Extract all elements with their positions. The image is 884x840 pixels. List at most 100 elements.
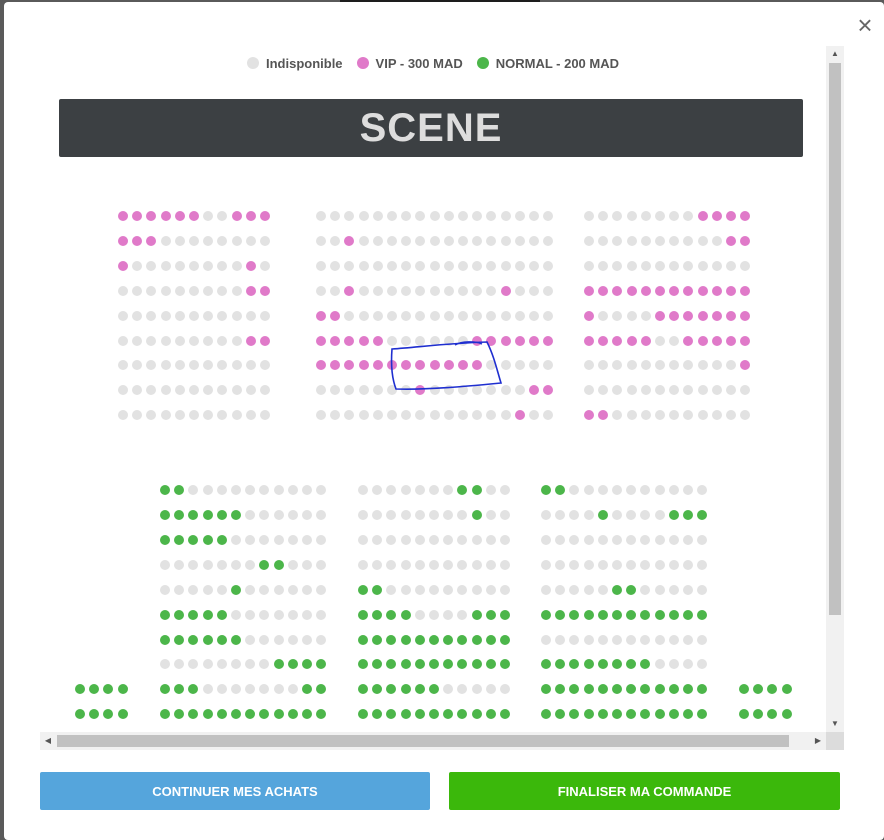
seat-vip[interactable]	[669, 311, 680, 321]
seat-vip[interactable]	[260, 336, 270, 346]
seat-normal[interactable]	[287, 659, 298, 669]
seat-normal[interactable]	[429, 709, 439, 719]
seat-vip[interactable]	[697, 286, 708, 296]
seat-normal[interactable]	[188, 709, 199, 719]
seat-normal[interactable]	[400, 684, 411, 694]
seat-vip[interactable]	[640, 336, 651, 346]
seat-normal[interactable]	[372, 659, 383, 669]
seat-normal[interactable]	[400, 659, 411, 669]
seat-normal[interactable]	[485, 610, 496, 620]
seat-vip[interactable]	[598, 410, 609, 420]
seat-normal[interactable]	[569, 709, 580, 719]
seat-normal[interactable]	[457, 659, 468, 669]
seat-vip[interactable]	[401, 360, 412, 370]
seat-normal[interactable]	[569, 610, 580, 620]
seat-vip[interactable]	[669, 286, 680, 296]
seat-normal[interactable]	[612, 684, 622, 694]
seat-vip[interactable]	[655, 286, 665, 296]
seat-normal[interactable]	[569, 684, 580, 694]
seat-normal[interactable]	[471, 510, 482, 520]
seat-normal[interactable]	[500, 709, 510, 719]
seat-vip[interactable]	[740, 311, 751, 321]
seat-normal[interactable]	[302, 684, 312, 694]
seat-vip[interactable]	[500, 336, 511, 346]
seat-normal[interactable]	[739, 709, 749, 719]
seat-vip[interactable]	[697, 336, 708, 346]
seat-vip[interactable]	[429, 360, 440, 370]
scroll-up-icon[interactable]: ▲	[826, 46, 844, 62]
seat-normal[interactable]	[316, 659, 327, 669]
seat-normal[interactable]	[160, 709, 170, 719]
seat-vip[interactable]	[330, 311, 341, 321]
seat-normal[interactable]	[471, 659, 482, 669]
seat-normal[interactable]	[443, 635, 454, 645]
seat-vip[interactable]	[726, 311, 736, 321]
seat-vip[interactable]	[245, 261, 256, 271]
seat-normal[interactable]	[358, 585, 368, 595]
seat-normal[interactable]	[386, 659, 397, 669]
seat-vip[interactable]	[514, 336, 525, 346]
finalize-order-button[interactable]: FINALISER MA COMMANDE	[449, 772, 840, 810]
seat-vip[interactable]	[118, 211, 128, 221]
seat-vip[interactable]	[316, 360, 326, 370]
seat-normal[interactable]	[640, 610, 651, 620]
seat-normal[interactable]	[316, 684, 327, 694]
seat-normal[interactable]	[471, 485, 482, 495]
seat-normal[interactable]	[457, 635, 468, 645]
seat-normal[interactable]	[597, 659, 608, 669]
seat-normal[interactable]	[372, 610, 383, 620]
seat-normal[interactable]	[245, 709, 256, 719]
seat-normal[interactable]	[697, 684, 708, 694]
seat-normal[interactable]	[202, 709, 213, 719]
seat-vip[interactable]	[330, 360, 341, 370]
seat-normal[interactable]	[541, 709, 551, 719]
seat-normal[interactable]	[202, 635, 213, 645]
seat-normal[interactable]	[541, 659, 551, 669]
seat-vip[interactable]	[598, 286, 609, 296]
seat-vip[interactable]	[711, 311, 722, 321]
seat-vip[interactable]	[387, 360, 397, 370]
seat-normal[interactable]	[626, 684, 637, 694]
seat-normal[interactable]	[612, 659, 622, 669]
seat-vip[interactable]	[245, 211, 256, 221]
seat-vip[interactable]	[683, 336, 694, 346]
seat-normal[interactable]	[316, 709, 327, 719]
seat-vip[interactable]	[584, 410, 594, 420]
seat-normal[interactable]	[555, 659, 566, 669]
seat-vip[interactable]	[740, 360, 751, 370]
seat-vip[interactable]	[415, 385, 426, 395]
seat-normal[interactable]	[216, 709, 227, 719]
seat-vip[interactable]	[260, 211, 270, 221]
seat-normal[interactable]	[753, 684, 764, 694]
seat-normal[interactable]	[583, 659, 594, 669]
seat-vip[interactable]	[316, 336, 326, 346]
seat-normal[interactable]	[640, 684, 651, 694]
seat-vip[interactable]	[683, 286, 694, 296]
seat-normal[interactable]	[202, 510, 213, 520]
seat-normal[interactable]	[188, 610, 199, 620]
seat-normal[interactable]	[414, 709, 425, 719]
vertical-scrollbar[interactable]: ▲ ▼	[826, 46, 844, 732]
seat-normal[interactable]	[174, 684, 185, 694]
seat-normal[interactable]	[767, 684, 778, 694]
seat-normal[interactable]	[358, 659, 368, 669]
seat-normal[interactable]	[358, 635, 368, 645]
seat-normal[interactable]	[75, 709, 85, 719]
seat-normal[interactable]	[597, 510, 608, 520]
seat-normal[interactable]	[640, 659, 651, 669]
seat-normal[interactable]	[654, 684, 665, 694]
seat-normal[interactable]	[400, 709, 411, 719]
seat-normal[interactable]	[160, 510, 170, 520]
seat-vip[interactable]	[697, 211, 708, 221]
seat-normal[interactable]	[386, 635, 397, 645]
seat-normal[interactable]	[414, 659, 425, 669]
seat-normal[interactable]	[160, 535, 170, 545]
seat-vip[interactable]	[316, 311, 326, 321]
seat-normal[interactable]	[555, 610, 566, 620]
seat-vip[interactable]	[584, 311, 594, 321]
seat-normal[interactable]	[302, 709, 312, 719]
seat-normal[interactable]	[259, 709, 270, 719]
seat-vip[interactable]	[711, 336, 722, 346]
seat-normal[interactable]	[429, 635, 439, 645]
seat-vip[interactable]	[529, 336, 539, 346]
